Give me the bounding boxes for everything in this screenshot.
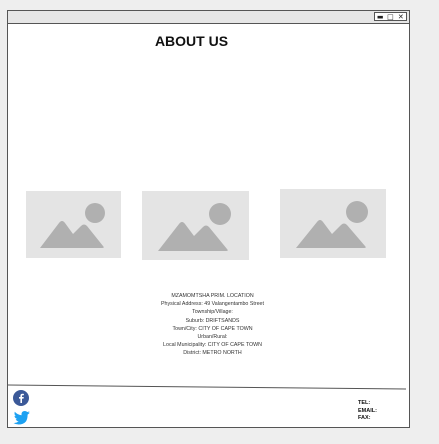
minimize-button[interactable]: ▬	[375, 13, 385, 21]
fax-label: FAX:	[358, 415, 371, 421]
image-icon	[296, 201, 368, 248]
address-line: Town/City: CITY OF CAPE TOWN	[172, 325, 253, 332]
image-placeholder-1	[26, 191, 121, 258]
address-line: Township/Village:	[192, 309, 233, 316]
contact-info: TEL: EMAIL: FAX:	[358, 400, 377, 423]
address-line: District: METRO NORTH	[183, 350, 242, 357]
maximize-button[interactable]: □	[385, 13, 395, 21]
image-placeholder-3	[280, 189, 386, 258]
close-button[interactable]: ✕	[396, 13, 406, 21]
image-icon	[40, 203, 105, 248]
tel-label: TEL:	[358, 400, 371, 406]
email-label: EMAIL:	[358, 407, 377, 414]
twitter-icon	[13, 411, 30, 425]
address-line: Suburb: DRIFTSANDS	[185, 317, 240, 324]
image-icon	[158, 203, 231, 251]
address-line: Physical Address: 49 Valangentambo Stree…	[161, 301, 264, 308]
window-controls: ▬ □ ✕	[374, 12, 407, 21]
twitter-link[interactable]	[13, 410, 31, 431]
browser-window: ▬ □ ✕ ABOUT US MZAMOMTSHA PRIM. LOCATION…	[7, 10, 410, 428]
address-line: Urban/Rural:	[197, 334, 228, 341]
school-address: MZAMOMTSHA PRIM. LOCATION Physical Addre…	[8, 292, 409, 358]
address-line: Local Municipality: CITY OF CAPE TOWN	[163, 342, 262, 349]
address-line: MZAMOMTSHA PRIM. LOCATION	[171, 293, 254, 299]
facebook-icon	[13, 390, 29, 406]
facebook-link[interactable]	[13, 390, 29, 411]
window-titlebar: ▬ □ ✕	[8, 11, 409, 24]
page-title: ABOUT US	[154, 33, 229, 49]
footer-divider	[8, 384, 406, 390]
image-placeholder-2	[142, 191, 249, 260]
